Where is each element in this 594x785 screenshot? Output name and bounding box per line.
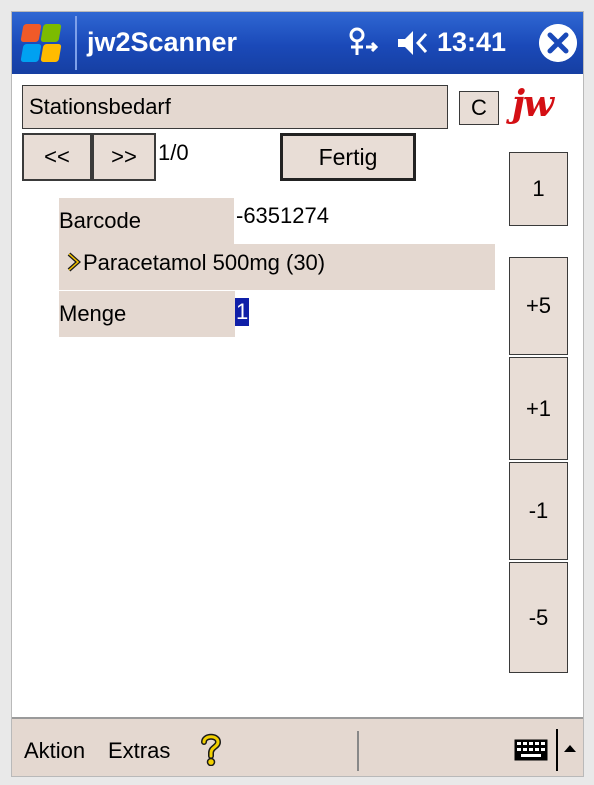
clear-button[interactable]: C — [459, 91, 499, 125]
speaker-muted-icon[interactable] — [396, 28, 430, 58]
barcode-label: Barcode — [59, 198, 234, 244]
plus-five-button[interactable]: +5 — [509, 257, 568, 355]
title-divider — [75, 16, 77, 70]
plus-one-button[interactable]: +1 — [509, 357, 568, 460]
chevron-up-icon[interactable] — [563, 743, 577, 753]
minus-one-button[interactable]: -1 — [509, 462, 568, 560]
fertig-button[interactable]: Fertig — [280, 133, 416, 181]
connectivity-icon[interactable] — [344, 25, 380, 61]
menu-separator — [357, 731, 359, 771]
menge-input[interactable]: 1 — [235, 298, 250, 326]
keyboard-separator — [556, 729, 558, 771]
clock-time[interactable]: 13:41 — [437, 27, 506, 58]
previous-button[interactable]: << — [22, 133, 92, 181]
station-field[interactable]: Stationsbedarf — [22, 85, 448, 129]
menge-label: Menge — [59, 291, 235, 337]
product-name: Paracetamol 500mg (30) — [83, 250, 326, 275]
next-button[interactable]: >> — [92, 133, 156, 181]
device-screen: jw2Scanner 13:41 Stationsbedarf C jw << … — [11, 11, 584, 777]
close-icon[interactable] — [539, 24, 577, 62]
title-bar: jw2Scanner 13:41 — [12, 12, 583, 74]
windows-flag-icon[interactable] — [20, 22, 62, 64]
record-counter: 1/0 — [158, 140, 189, 165]
minus-five-button[interactable]: -5 — [509, 562, 568, 673]
set-one-button[interactable]: 1 — [509, 152, 568, 226]
menu-aktion[interactable]: Aktion — [24, 738, 85, 764]
keyboard-icon[interactable] — [514, 739, 548, 761]
barcode-value: -6351274 — [236, 203, 329, 228]
help-question-icon[interactable] — [198, 732, 224, 766]
app-title: jw2Scanner — [87, 27, 238, 57]
menu-extras[interactable]: Extras — [108, 738, 170, 764]
jw-logo: jw — [512, 83, 554, 125]
chevron-right-icon — [67, 252, 81, 272]
menu-bar: Aktion Extras — [12, 717, 583, 776]
